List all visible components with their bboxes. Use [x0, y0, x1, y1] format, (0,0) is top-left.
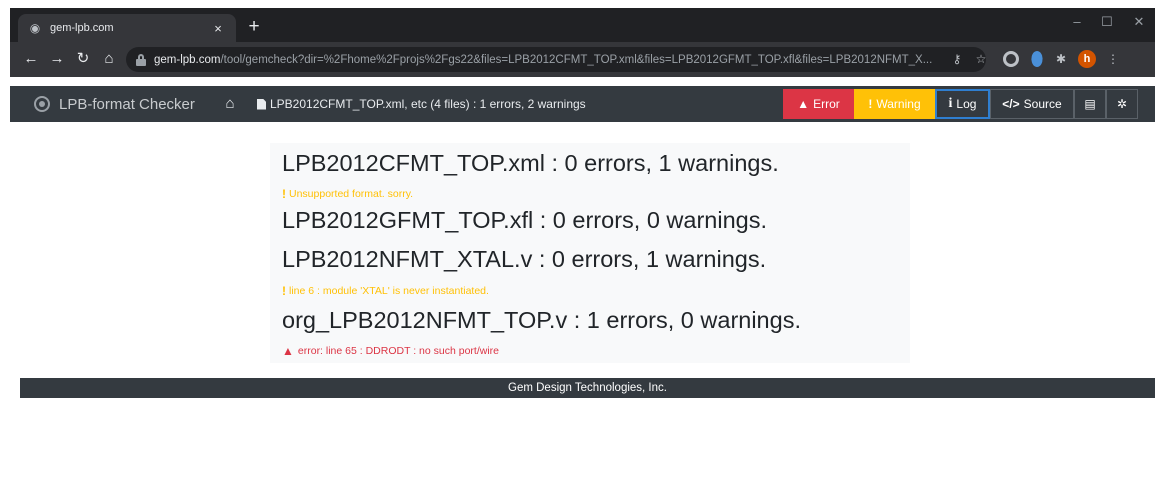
browser-toolbar: ← → ↻ ⌂ gem-lpb.com /tool/gemcheck?dir=%…: [10, 42, 1155, 77]
site-favicon-icon: ◉: [29, 21, 41, 35]
file-result-heading: LPB2012CFMT_TOP.xml : 0 errors, 1 warnin…: [282, 150, 779, 176]
warning-triangle-icon: ▲: [797, 97, 810, 111]
address-bar[interactable]: gem-lpb.com /tool/gemcheck?dir=%2Fhome%2…: [126, 47, 986, 72]
error-message-text: error: line 65 : DDRODT : no such port/w…: [297, 345, 500, 357]
puzzle-extensions-icon[interactable]: ✱: [1052, 51, 1070, 67]
source-button[interactable]: </> Source: [990, 89, 1074, 119]
bug-icon: ✲: [1116, 97, 1128, 111]
error-button[interactable]: ▲ Error: [783, 89, 854, 119]
warning-triangle-icon: ▲: [282, 344, 294, 358]
key-icon[interactable]: ⚷: [948, 51, 966, 67]
new-tab-button[interactable]: +: [244, 16, 264, 38]
home-icon[interactable]: ⌂: [98, 48, 120, 70]
check-report: LPB2012CFMT_TOP.xml : 0 errors, 1 warnin…: [270, 143, 910, 363]
exclamation-icon: !: [282, 187, 286, 201]
file-result-heading: LPB2012GFMT_TOP.xfl : 0 errors, 0 warnin…: [282, 207, 767, 233]
lock-icon: [136, 53, 146, 66]
forward-arrow-icon[interactable]: →: [46, 48, 68, 70]
warning-button-label: Warning: [876, 97, 921, 111]
breadcrumb-text: LPB2012CFMT_TOP.xml, etc (4 files) : 1 e…: [270, 97, 586, 111]
extension-circle-icon[interactable]: [1003, 51, 1019, 67]
document-icon: ▤: [1084, 97, 1096, 111]
maximize-button[interactable]: ☐: [1092, 12, 1122, 32]
error-message: ▲ error: line 65 : DDRODT : no such port…: [282, 344, 499, 358]
warning-message-text: Unsupported format. sorry.: [289, 188, 414, 200]
breadcrumb[interactable]: LPB2012CFMT_TOP.xml, etc (4 files) : 1 e…: [257, 86, 586, 122]
bug-report-button[interactable]: ✲: [1106, 89, 1138, 119]
warning-message-text: line 6 : module 'XTAL' is never instanti…: [289, 285, 489, 297]
footer-text: Gem Design Technologies, Inc.: [508, 382, 667, 394]
extension-blue-icon[interactable]: [1029, 48, 1045, 70]
tab-close-icon[interactable]: ×: [210, 21, 226, 36]
reload-icon[interactable]: ↻: [72, 48, 94, 70]
brand[interactable]: LPB-format Checker: [34, 86, 195, 122]
warning-message: ! line 6 : module 'XTAL' is never instan…: [282, 284, 489, 298]
log-button[interactable]: i Log: [935, 89, 990, 119]
warning-button[interactable]: ! Warning: [854, 89, 935, 119]
back-arrow-icon[interactable]: ←: [20, 48, 42, 70]
minimize-button[interactable]: –: [1062, 12, 1092, 32]
footer: Gem Design Technologies, Inc.: [20, 378, 1155, 398]
profile-avatar[interactable]: h: [1078, 50, 1096, 68]
close-window-button[interactable]: ✕: [1124, 12, 1154, 32]
tab-title: gem-lpb.com: [50, 22, 114, 34]
exclamation-icon: !: [868, 97, 873, 111]
brand-name: LPB-format Checker: [59, 95, 195, 113]
file-icon: [257, 98, 266, 110]
gem-logo-icon: [34, 96, 50, 112]
url-host: gem-lpb.com: [154, 53, 221, 66]
info-icon: i: [948, 96, 953, 111]
document-button[interactable]: ▤: [1074, 89, 1106, 119]
app-navbar: LPB-format Checker ⌂ LPB2012CFMT_TOP.xml…: [10, 86, 1155, 122]
error-button-label: Error: [813, 97, 840, 111]
bookmark-star-icon[interactable]: ☆: [972, 51, 990, 67]
log-button-label: Log: [956, 97, 977, 111]
source-button-label: Source: [1023, 97, 1062, 111]
browser-tab-bar: ◉ gem-lpb.com × + – ☐ ✕: [10, 8, 1155, 42]
home-icon[interactable]: ⌂: [221, 95, 239, 113]
file-result-heading: org_LPB2012NFMT_TOP.v : 1 errors, 0 warn…: [282, 307, 801, 333]
code-icon: </>: [1002, 97, 1020, 111]
file-result-heading: LPB2012NFMT_XTAL.v : 0 errors, 1 warning…: [282, 246, 767, 272]
browser-tab[interactable]: ◉ gem-lpb.com ×: [18, 14, 236, 42]
exclamation-icon: !: [282, 284, 286, 298]
url-path: /tool/gemcheck?dir=%2Fhome%2Fprojs%2Fgs2…: [220, 53, 933, 66]
warning-message: ! Unsupported format. sorry.: [282, 187, 413, 201]
menu-dots-icon[interactable]: ⋮: [1104, 51, 1122, 67]
